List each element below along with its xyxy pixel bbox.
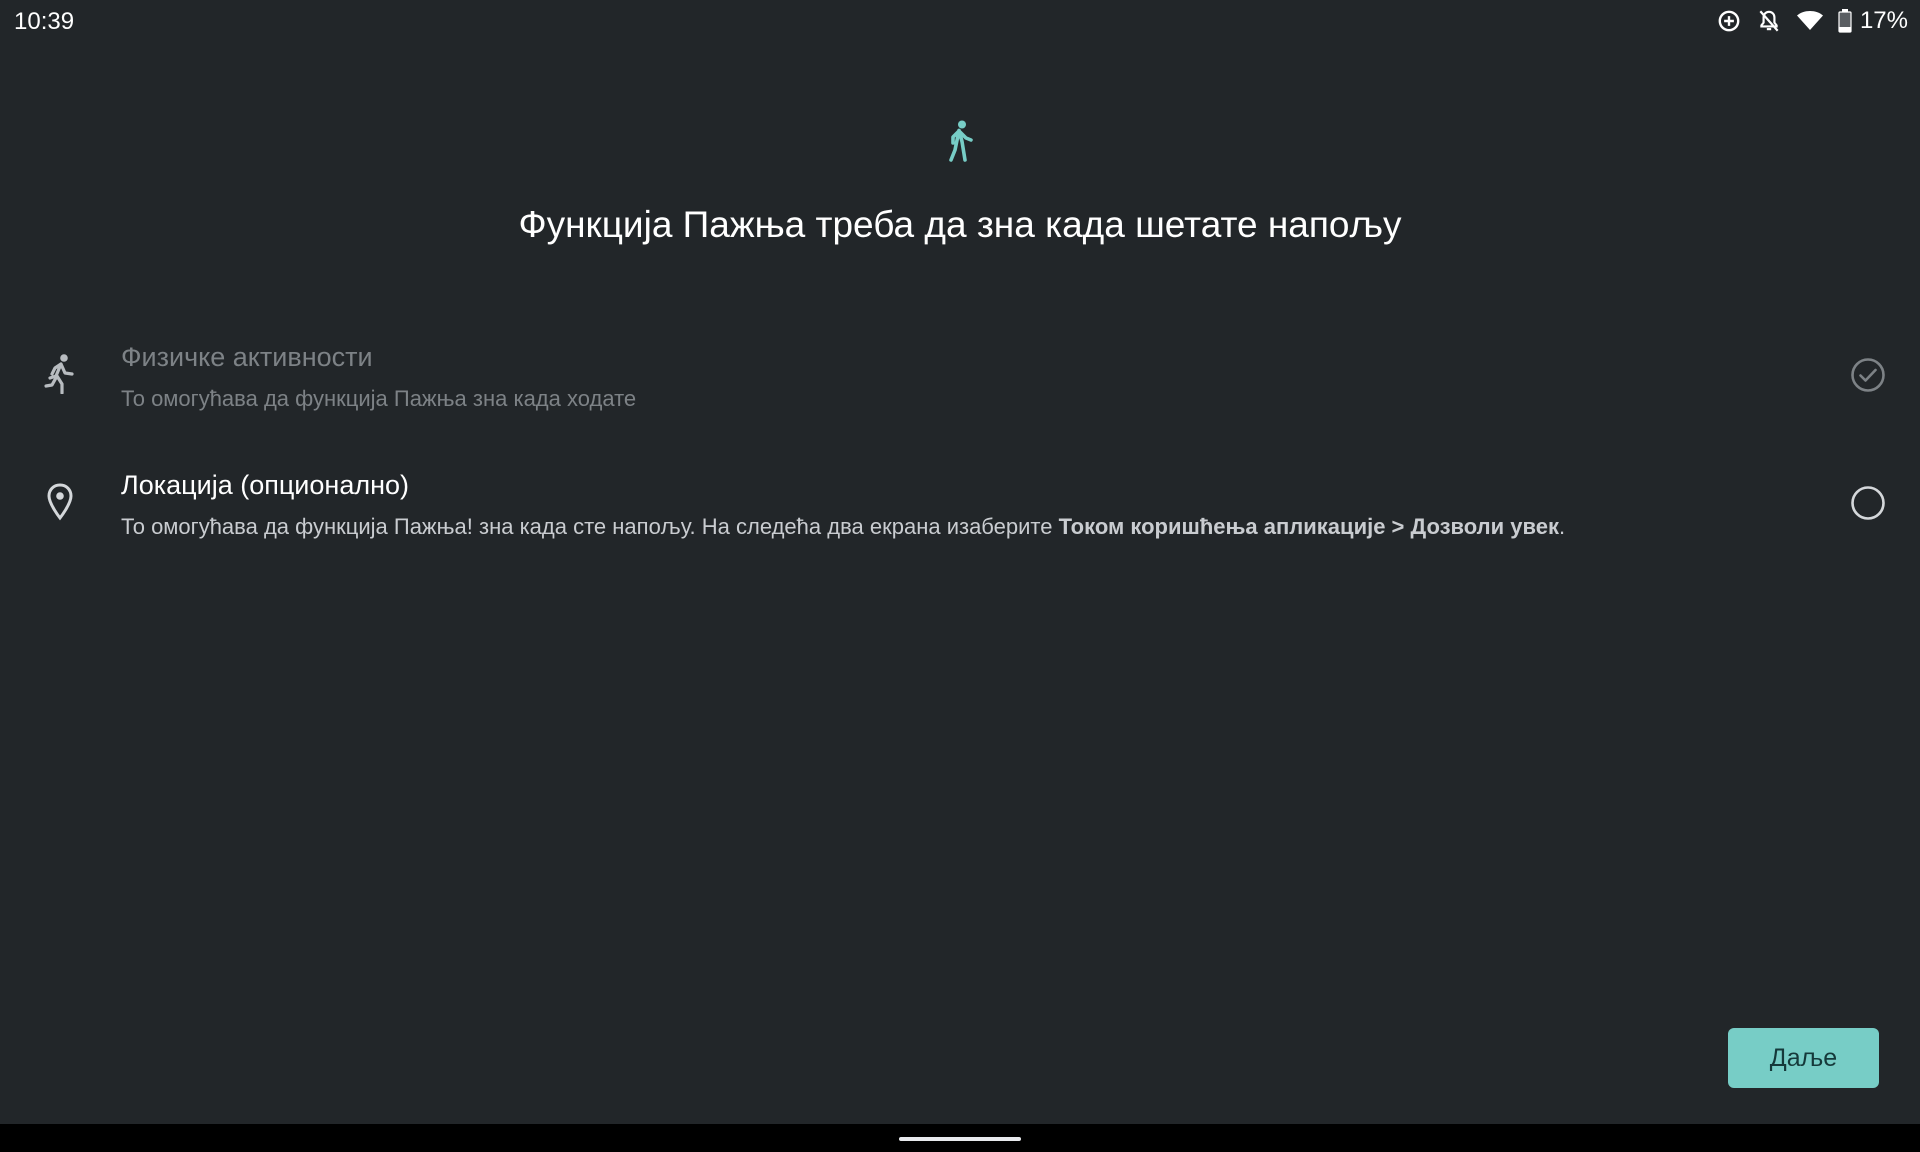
check-circle-icon	[1850, 357, 1886, 393]
navigation-bar	[0, 1124, 1920, 1152]
notifications-off-icon	[1756, 8, 1782, 34]
description-bold-instruction: Током коришћења апликације > Дозволи уве…	[1058, 514, 1559, 539]
page-title: Функција Пажња треба да зна када шетате …	[518, 204, 1402, 245]
gesture-handle[interactable]	[899, 1137, 1021, 1141]
description-suffix: .	[1559, 514, 1566, 539]
permission-row-physical-activity[interactable]: Физичке активности То омогућава да функц…	[0, 322, 1920, 432]
running-person-icon	[44, 354, 76, 395]
description-text: То омогућава да функција Пажња! зна када…	[121, 514, 1059, 539]
battery-icon	[1838, 9, 1852, 33]
status-bar: 10:39 17%	[0, 0, 1920, 44]
permission-row-location[interactable]: Локација (опционално) То омогућава да фу…	[0, 450, 1920, 560]
permission-description: То омогућава да функција Пажња! зна када…	[121, 514, 1565, 540]
permission-screen: 10:39 17% Функција Пажња треба да зна ка…	[0, 0, 1920, 1152]
status-icons: 17%	[1716, 6, 1908, 36]
status-time: 10:39	[14, 8, 75, 35]
battery-percent: 17%	[1859, 7, 1908, 34]
permission-description: То омогућава да функција Пажња зна када …	[121, 386, 637, 411]
data-saver-icon	[1716, 8, 1742, 34]
permission-title: Физичке активности	[121, 342, 373, 372]
permission-title: Локација (опционално)	[121, 470, 410, 500]
walking-person-icon	[944, 120, 976, 162]
next-button[interactable]: Даље	[1728, 1028, 1879, 1088]
wifi-icon	[1796, 9, 1824, 33]
empty-circle-icon	[1850, 485, 1886, 521]
location-pin-icon	[44, 482, 76, 522]
